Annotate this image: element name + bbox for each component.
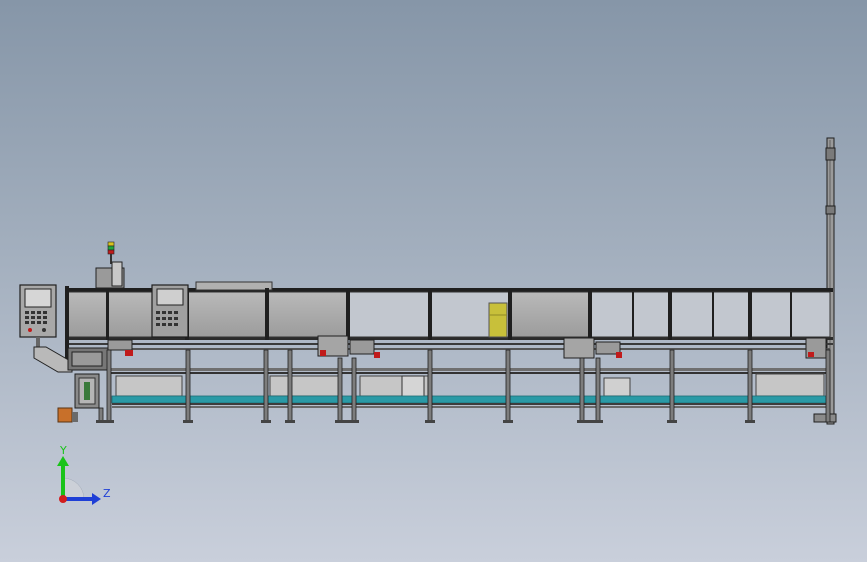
conveyor-belt bbox=[111, 395, 829, 408]
origin-marker bbox=[59, 495, 67, 503]
orientation-triad: Y Z bbox=[57, 444, 111, 505]
leveling-feet bbox=[96, 420, 755, 423]
feed-chute bbox=[33, 346, 109, 373]
machine-drawing: Y Z bbox=[19, 137, 837, 505]
base-block bbox=[57, 407, 73, 423]
product-box bbox=[488, 302, 508, 338]
z-axis-label: Z bbox=[103, 487, 111, 500]
base-block-small bbox=[72, 412, 78, 422]
support-legs bbox=[98, 349, 831, 423]
y-axis-label: Y bbox=[59, 444, 67, 457]
hmi-panel[interactable] bbox=[151, 284, 189, 338]
control-panel[interactable] bbox=[19, 284, 57, 347]
signal-tower bbox=[95, 241, 125, 289]
lower-rails bbox=[110, 368, 830, 374]
cad-viewport[interactable]: Y Z bbox=[0, 0, 867, 562]
